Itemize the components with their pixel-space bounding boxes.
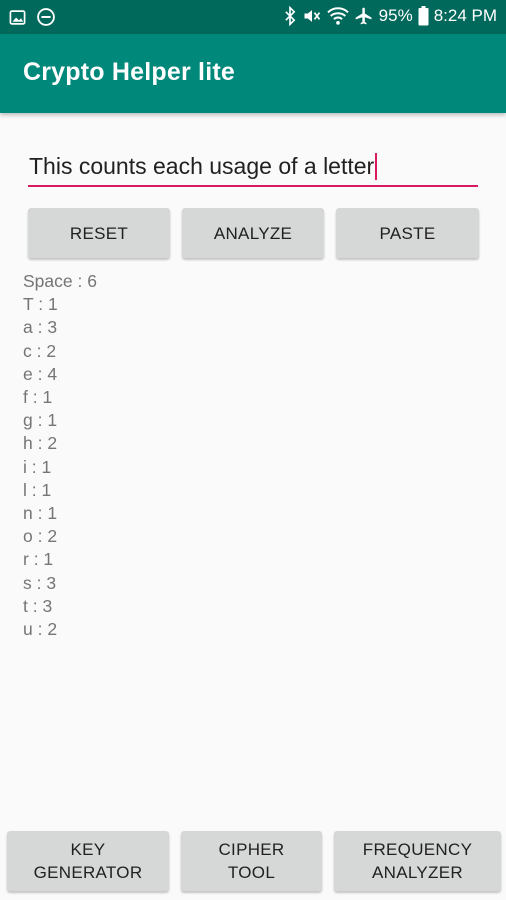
analyze-button-label: ANALYZE <box>213 223 293 243</box>
result-line: u : 2 <box>23 619 58 640</box>
battery-icon <box>418 6 429 26</box>
frequency-results: Space : 6 T : 1a : 3c : 2e : 4 f : 1g : 1h… <box>23 270 97 641</box>
mute-icon <box>302 6 322 26</box>
result-line: f : 1 <box>23 387 53 408</box>
text-cursor <box>375 153 378 180</box>
result-line: l : 1 <box>23 479 52 500</box>
result-line: T : 1 <box>23 294 58 315</box>
result-line: o : 2 <box>23 526 58 547</box>
cipher-tool-label: CIPHER TOOL <box>218 840 285 882</box>
app-title: Crypto Helper lite <box>23 58 235 86</box>
clock: 8:24 PM <box>433 6 497 25</box>
paste-button[interactable]: PASTE <box>336 208 479 258</box>
result-line: i : 1 <box>23 456 52 477</box>
key-generator-button[interactable]: KEY GENERATOR <box>7 831 169 891</box>
result-line: n : 1 <box>23 503 58 524</box>
result-line: t : 3 <box>23 595 53 616</box>
frequency-analyzer-label: FREQUENCY ANALYZER <box>362 840 473 882</box>
bluetooth-icon <box>283 6 297 26</box>
result-line: h : 2 <box>23 433 58 454</box>
battery-percent: 95% <box>378 6 413 25</box>
text-input-value: This counts each usage of a letter <box>29 153 375 179</box>
reset-button-label: RESET <box>69 223 129 243</box>
status-left-icons <box>9 7 56 27</box>
analyze-button[interactable]: ANALYZE <box>182 208 324 258</box>
result-line: e : 4 <box>23 363 58 384</box>
airplane-icon <box>354 6 374 26</box>
image-icon <box>9 9 26 26</box>
wifi-icon <box>326 6 349 26</box>
status-right-icons: 95% 8:24 PM <box>283 6 497 26</box>
do-not-disturb-icon <box>36 7 56 27</box>
app-bar: Crypto Helper lite <box>0 34 506 113</box>
paste-button-label: PASTE <box>379 223 436 243</box>
result-line: Space : 6 <box>23 271 97 291</box>
result-line: g : 1 <box>23 410 58 431</box>
text-input[interactable]: This counts each usage of a letter <box>29 153 378 180</box>
text-input-underline <box>28 185 478 187</box>
result-line: r : 1 <box>23 549 54 570</box>
result-line: s : 3 <box>23 572 57 593</box>
result-line: a : 3 <box>23 317 58 338</box>
key-generator-label: KEY GENERATOR <box>33 840 143 882</box>
status-bar: 95% 8:24 PM <box>0 0 506 34</box>
reset-button[interactable]: RESET <box>28 208 170 258</box>
result-line: c : 2 <box>23 340 57 361</box>
frequency-analyzer-button[interactable]: FREQUENCY ANALYZER <box>334 831 501 891</box>
cipher-tool-button[interactable]: CIPHER TOOL <box>181 831 322 891</box>
